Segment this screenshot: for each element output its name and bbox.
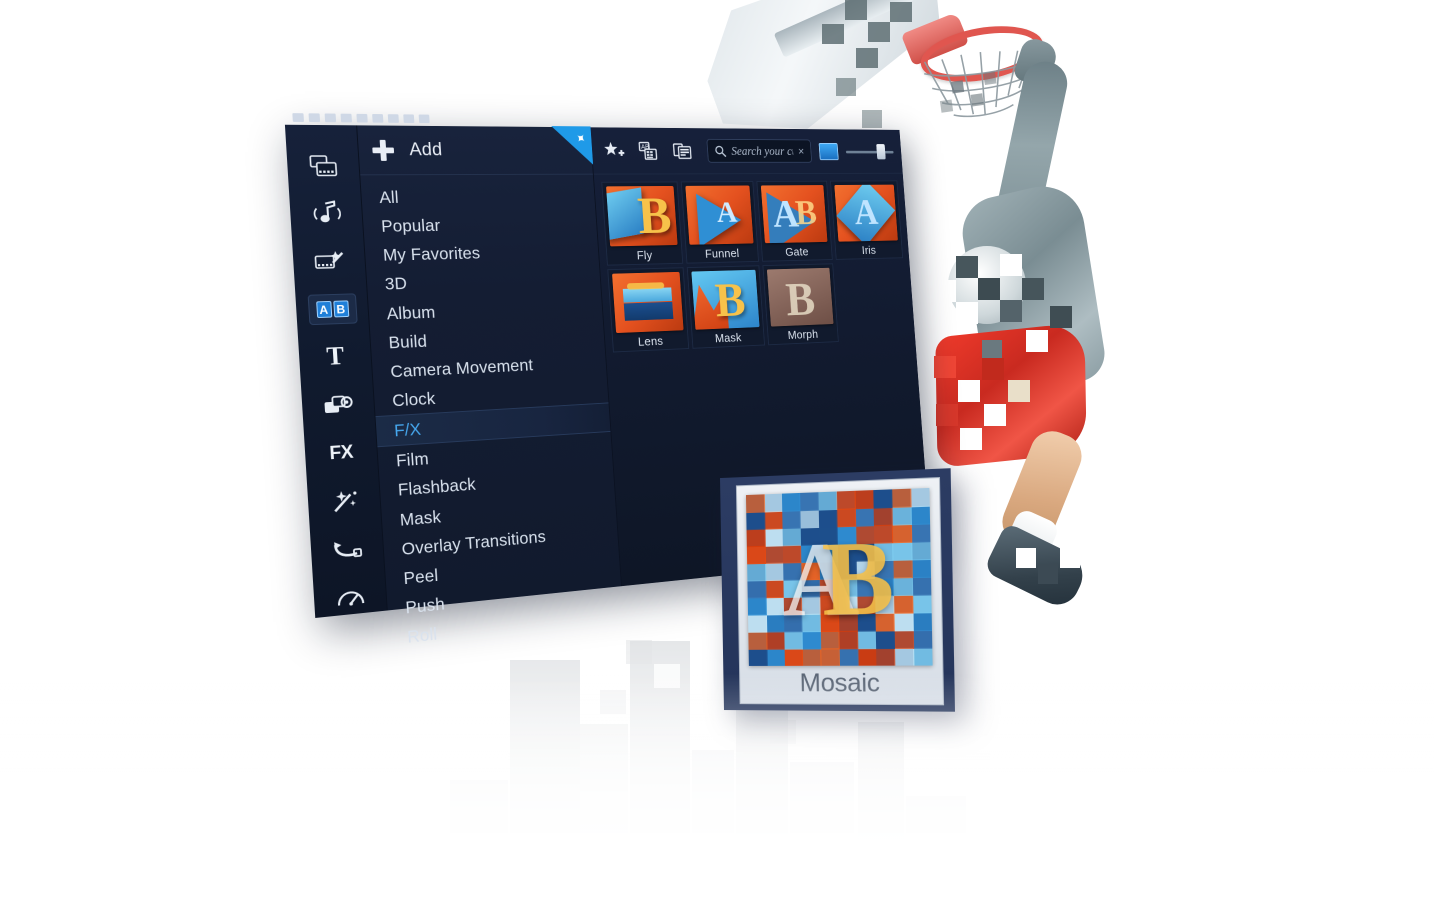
city-mosaic-block bbox=[770, 720, 796, 744]
sidebar-item-path-room[interactable] bbox=[322, 533, 372, 568]
sidebar-item-particle-room[interactable] bbox=[319, 485, 369, 519]
mosaic-preview-art: A B bbox=[745, 487, 933, 666]
basketball-rim bbox=[916, 17, 1048, 91]
sidebar-item-overlay-room[interactable] bbox=[313, 389, 363, 422]
fx-icon: FX bbox=[328, 441, 354, 465]
transition-item-funnel[interactable]: A Funnel bbox=[680, 181, 759, 264]
pin-panel-button[interactable]: ✦ bbox=[551, 126, 593, 165]
transition-item-label: Iris bbox=[861, 243, 877, 257]
transition-thumbnail-art: AB bbox=[760, 185, 828, 243]
transition-thumbnail-art: B bbox=[766, 267, 834, 327]
building bbox=[736, 685, 788, 900]
transition-thumbnail-grid: B Fly A Funnel A B Gate A Iris Lens B Mask B Morph bbox=[594, 174, 916, 363]
transition-item-morph[interactable]: B Morph bbox=[762, 263, 839, 346]
sidebar-item-effects-room[interactable]: FX bbox=[316, 437, 366, 471]
backboard-mosaic-block bbox=[856, 48, 878, 68]
motion-path-icon bbox=[331, 537, 363, 563]
transition-item-label: Gate bbox=[784, 244, 809, 259]
list-view-icon[interactable] bbox=[669, 138, 696, 163]
plus-icon[interactable] bbox=[372, 139, 395, 160]
clear-x-icon[interactable]: × bbox=[798, 145, 805, 158]
detail-view-icon[interactable]: AB bbox=[635, 138, 663, 163]
title-t-icon: T bbox=[325, 341, 345, 372]
add-button-label[interactable]: Add bbox=[409, 140, 443, 161]
backboard-mosaic-block bbox=[845, 0, 867, 20]
menu-item-popular[interactable]: Popular bbox=[363, 209, 598, 241]
ab-transition-icon: A B bbox=[315, 300, 349, 318]
transition-thumbnail-art: A bbox=[833, 184, 898, 242]
backboard-mosaic-block bbox=[868, 22, 890, 42]
transition-item-mask[interactable]: B Mask bbox=[686, 265, 766, 350]
mosaic-preview-title: Mosaic bbox=[799, 668, 880, 698]
screenshot-root: A B T FX Add ✦ All Popular My Favorites … bbox=[0, 0, 1434, 903]
transition-item-lens[interactable]: Lens bbox=[607, 266, 689, 353]
sidebar-item-speed-room[interactable] bbox=[325, 581, 375, 617]
content-toolbar: AB Search your current × bbox=[590, 127, 903, 175]
sidebar-item-media-room[interactable] bbox=[298, 150, 348, 180]
sidebar-item-audio-room[interactable] bbox=[301, 198, 351, 229]
ab-icon-letter-b: B bbox=[332, 300, 349, 318]
speed-gauge-icon bbox=[335, 586, 365, 613]
sidebar-item-title-room[interactable]: T bbox=[310, 341, 360, 374]
mosaic-letter-b: B bbox=[820, 517, 896, 638]
slider-track bbox=[845, 150, 894, 154]
backboard-mosaic-block bbox=[890, 2, 912, 22]
pin-icon: ✦ bbox=[572, 129, 590, 148]
mosaic-preview-card[interactable]: A B Mosaic bbox=[720, 468, 956, 712]
transition-thumbnail-art: A bbox=[684, 185, 754, 245]
panel-perforation-strip bbox=[292, 113, 459, 125]
menu-item-all[interactable]: All bbox=[361, 182, 596, 212]
transition-thumbnail-art: B bbox=[690, 269, 760, 331]
player-hand bbox=[1012, 35, 1060, 89]
building bbox=[858, 722, 904, 900]
search-placeholder: Search your current view bbox=[730, 143, 794, 158]
search-icon bbox=[714, 145, 726, 157]
monitor-preview-icon[interactable] bbox=[818, 142, 839, 160]
add-to-favorites-icon[interactable] bbox=[600, 138, 628, 163]
backboard-mosaic-block bbox=[822, 24, 844, 44]
building bbox=[510, 660, 580, 890]
transition-item-iris[interactable]: A Iris bbox=[829, 180, 904, 260]
film-wand-icon bbox=[313, 249, 345, 273]
category-menu-column: Add ✦ All Popular My Favorites 3D Album Build… bbox=[357, 125, 622, 647]
slider-knob[interactable] bbox=[876, 143, 886, 159]
add-bar: Add ✦ bbox=[357, 125, 593, 176]
backboard-mosaic-block bbox=[836, 78, 856, 96]
mosaic-preview-letters: A B bbox=[746, 488, 933, 666]
sidebar-item-transitions-room[interactable]: A B bbox=[307, 292, 358, 326]
transition-item-label: Mask bbox=[714, 330, 742, 346]
music-note-icon bbox=[311, 200, 341, 226]
transition-thumbnail-art bbox=[612, 271, 684, 334]
sidebar-item-video-effects-room[interactable] bbox=[304, 245, 354, 276]
city-mosaic-block bbox=[600, 690, 626, 714]
rim-backplate bbox=[900, 11, 970, 67]
building bbox=[790, 762, 854, 900]
building bbox=[692, 750, 734, 900]
category-list: All Popular My Favorites 3D Album Build Camera… bbox=[360, 175, 624, 654]
thumbnail-size-slider[interactable] bbox=[845, 143, 894, 160]
transition-thumbnail-art: B bbox=[606, 185, 678, 247]
mosaic-preview-frame: A B Mosaic bbox=[735, 477, 945, 706]
magic-wand-sparkle-icon bbox=[329, 488, 359, 516]
building bbox=[906, 796, 966, 900]
media-clips-icon bbox=[307, 154, 339, 177]
transition-item-fly[interactable]: B Fly bbox=[601, 181, 683, 266]
backboard-edge bbox=[773, 0, 977, 58]
transition-item-label: Lens bbox=[637, 334, 664, 349]
search-input[interactable]: Search your current view × bbox=[706, 138, 813, 163]
transition-item-gate[interactable]: A B Gate bbox=[756, 180, 833, 262]
overlay-shapes-icon bbox=[323, 393, 354, 413]
transition-item-label: Funnel bbox=[704, 246, 740, 261]
bottom-white-fade bbox=[0, 673, 1434, 903]
transition-item-label: Fly bbox=[636, 247, 653, 262]
grid-empty-cell bbox=[836, 261, 909, 342]
building bbox=[580, 724, 628, 894]
ab-icon-letter-a: A bbox=[315, 300, 332, 318]
building bbox=[450, 780, 508, 900]
player-mosaic-block bbox=[1060, 548, 1080, 568]
transition-item-label: Morph bbox=[787, 327, 819, 342]
